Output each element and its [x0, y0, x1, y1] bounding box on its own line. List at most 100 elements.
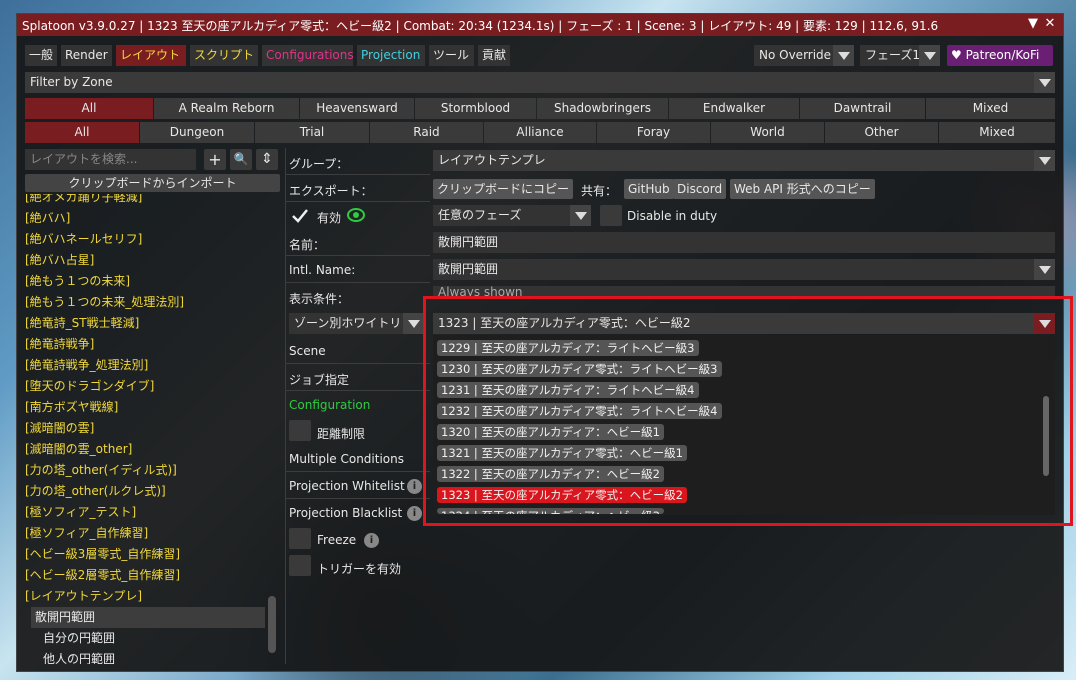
tree-scrollbar[interactable]: [268, 596, 276, 653]
tab-3[interactable]: スクリプト: [190, 45, 258, 66]
intl-name-select[interactable]: 散開円範囲: [433, 259, 1055, 280]
layout-group-item[interactable]: [絶バハネールセリフ]: [25, 229, 280, 250]
tab-0[interactable]: 一般: [25, 45, 57, 66]
tab-5[interactable]: Projection: [357, 45, 425, 66]
row-divider: [285, 255, 430, 256]
tab-6[interactable]: ツール: [429, 45, 474, 66]
layout-search-input[interactable]: レイアウトを検索...: [25, 149, 196, 170]
content-type-filter-1[interactable]: Dungeon: [140, 122, 254, 143]
content-type-filter-8[interactable]: Mixed: [939, 122, 1055, 143]
group-label: グループ：: [289, 157, 349, 171]
layout-item[interactable]: 自分の円範囲: [43, 628, 265, 649]
content-type-filter-5[interactable]: Foray: [597, 122, 710, 143]
layout-group-item[interactable]: [南方ボズヤ戦線]: [25, 397, 280, 418]
phase-select[interactable]: フェーズ1: [860, 45, 940, 66]
content-type-filter-7[interactable]: Other: [825, 122, 938, 143]
tab-1[interactable]: Render: [61, 45, 112, 66]
info-icon: i: [407, 479, 422, 494]
row-divider: [285, 174, 430, 175]
name-label: 名前：: [289, 238, 326, 252]
enabled-checkbox[interactable]: [289, 205, 311, 226]
panel-divider: [285, 148, 286, 664]
distance-checkbox[interactable]: [289, 420, 311, 441]
copy-clipboard-button[interactable]: クリップボードにコピー: [433, 179, 574, 199]
filter-label: Filter by Zone: [30, 75, 113, 89]
layout-group-item[interactable]: [絶オメガ踊り子軽減]: [25, 194, 280, 208]
eye-icon[interactable]: [347, 207, 365, 223]
expansion-filter-5[interactable]: Endwalker: [669, 98, 799, 119]
row-divider: [285, 471, 430, 472]
splatoon-window: Splatoon v3.9.0.27 | 1323 至天の座アルカディア零式：ヘ…: [16, 13, 1073, 672]
tab-4[interactable]: Configurations: [262, 45, 354, 66]
layout-group-item[interactable]: [絶もう１つの未来]: [25, 271, 280, 292]
freeze-checkbox[interactable]: [289, 528, 311, 549]
row-divider: [285, 282, 430, 283]
patreon-button[interactable]: ♥ Patreon/KoFi: [947, 45, 1053, 66]
expansion-filter-4[interactable]: Shadowbringers: [537, 98, 668, 119]
layout-group-item[interactable]: [極ソフィア_自作練習]: [25, 523, 280, 544]
row-divider: [285, 363, 430, 364]
search-icon[interactable]: 🔍: [230, 149, 252, 170]
freeze-label: Freeze: [317, 533, 357, 547]
name-input[interactable]: 散開円範囲: [433, 232, 1055, 253]
content-type-filter-0[interactable]: All: [25, 122, 139, 143]
layout-group-item[interactable]: [力の塔_other(イディル式)]: [25, 460, 280, 481]
chevron-down-icon: [1034, 72, 1055, 93]
intl-name-label: Intl. Name:: [289, 263, 356, 277]
tab-2[interactable]: レイアウト: [116, 45, 186, 66]
content-type-filter-4[interactable]: Alliance: [484, 122, 596, 143]
disable-in-duty-checkbox[interactable]: [600, 205, 622, 226]
export-label: エクスポート：: [289, 184, 373, 198]
expansion-filter-2[interactable]: Heavensward: [300, 98, 414, 119]
group-select[interactable]: レイアウトテンプレ: [433, 150, 1055, 171]
chevron-down-icon: [919, 45, 940, 66]
chevron-down-icon: [403, 313, 424, 334]
layout-group-item[interactable]: [滅暗闇の雲_other]: [25, 439, 280, 460]
collapse-icon[interactable]: ▼: [1025, 16, 1041, 32]
content-type-filter-2[interactable]: Trial: [255, 122, 369, 143]
layout-group-item[interactable]: [堕天のドラゴンダイブ]: [25, 376, 280, 397]
phase-condition-select[interactable]: 任意のフェーズ: [433, 205, 591, 226]
layout-group-item[interactable]: [ヘビー級3層零式_自作練習]: [25, 544, 280, 565]
close-icon[interactable]: ✕: [1042, 16, 1058, 32]
layout-group-item[interactable]: [滅暗闇の雲]: [25, 418, 280, 439]
webapi-copy-button[interactable]: Web API 形式へのコピー: [730, 179, 875, 199]
trigger-checkbox[interactable]: [289, 555, 311, 576]
sort-icon[interactable]: ⇕: [256, 149, 278, 170]
expansion-filter-7[interactable]: Mixed: [926, 98, 1055, 119]
content-type-filter-6[interactable]: World: [711, 122, 824, 143]
zone-whitelist-value: ゾーン別ホワイトリ: [294, 316, 402, 330]
tab-7[interactable]: 貢献: [478, 45, 510, 66]
expansion-filter-0[interactable]: All: [25, 98, 153, 119]
layout-item[interactable]: 散開円範囲: [31, 607, 265, 628]
share-label: 共有：: [581, 184, 618, 198]
expansion-filter-1[interactable]: A Realm Reborn: [154, 98, 299, 119]
phase-condition-value: 任意のフェーズ: [438, 208, 522, 222]
expansion-filter-3[interactable]: Stormblood: [415, 98, 536, 119]
info-icon: i: [407, 506, 422, 521]
add-icon[interactable]: +: [204, 149, 226, 170]
row-divider: [285, 201, 430, 202]
layout-group-item[interactable]: [レイアウトテンプレ]: [25, 586, 280, 607]
filter-by-zone-select[interactable]: Filter by Zone: [25, 72, 1055, 93]
layout-group-item[interactable]: [絶竜詩戦争_処理法別]: [25, 355, 280, 376]
layout-group-item[interactable]: [絶バハ占星]: [25, 250, 280, 271]
content-type-filter-3[interactable]: Raid: [370, 122, 483, 143]
layout-group-item[interactable]: [絶バハ]: [25, 208, 280, 229]
info-icon: i: [364, 533, 379, 548]
layout-group-item[interactable]: [力の塔_other(ルクレ式)]: [25, 481, 280, 502]
import-clipboard-button[interactable]: クリップボードからインポート: [25, 174, 280, 192]
layout-group-item[interactable]: [ヘビー級2層零式_自作練習]: [25, 565, 280, 586]
override-select[interactable]: No Override: [754, 45, 854, 66]
github-button[interactable]: GitHub: [624, 179, 674, 199]
layout-group-item[interactable]: [極ソフィア_テスト]: [25, 502, 280, 523]
zone-whitelist-select[interactable]: ゾーン別ホワイトリ: [289, 313, 424, 334]
layout-group-item[interactable]: [絶竜詩戦争]: [25, 334, 280, 355]
expansion-filter-6[interactable]: Dawntrail: [800, 98, 925, 119]
layout-item[interactable]: 他人の円範囲: [43, 649, 265, 664]
discord-button[interactable]: Discord: [673, 179, 727, 199]
row-divider: [285, 498, 430, 499]
title-bar[interactable]: Splatoon v3.9.0.27 | 1323 至天の座アルカディア零式：ヘ…: [17, 14, 1063, 36]
layout-group-item[interactable]: [絶竜詩_ST戦士軽減]: [25, 313, 280, 334]
layout-group-item[interactable]: [絶もう１つの未来_処理法別]: [25, 292, 280, 313]
